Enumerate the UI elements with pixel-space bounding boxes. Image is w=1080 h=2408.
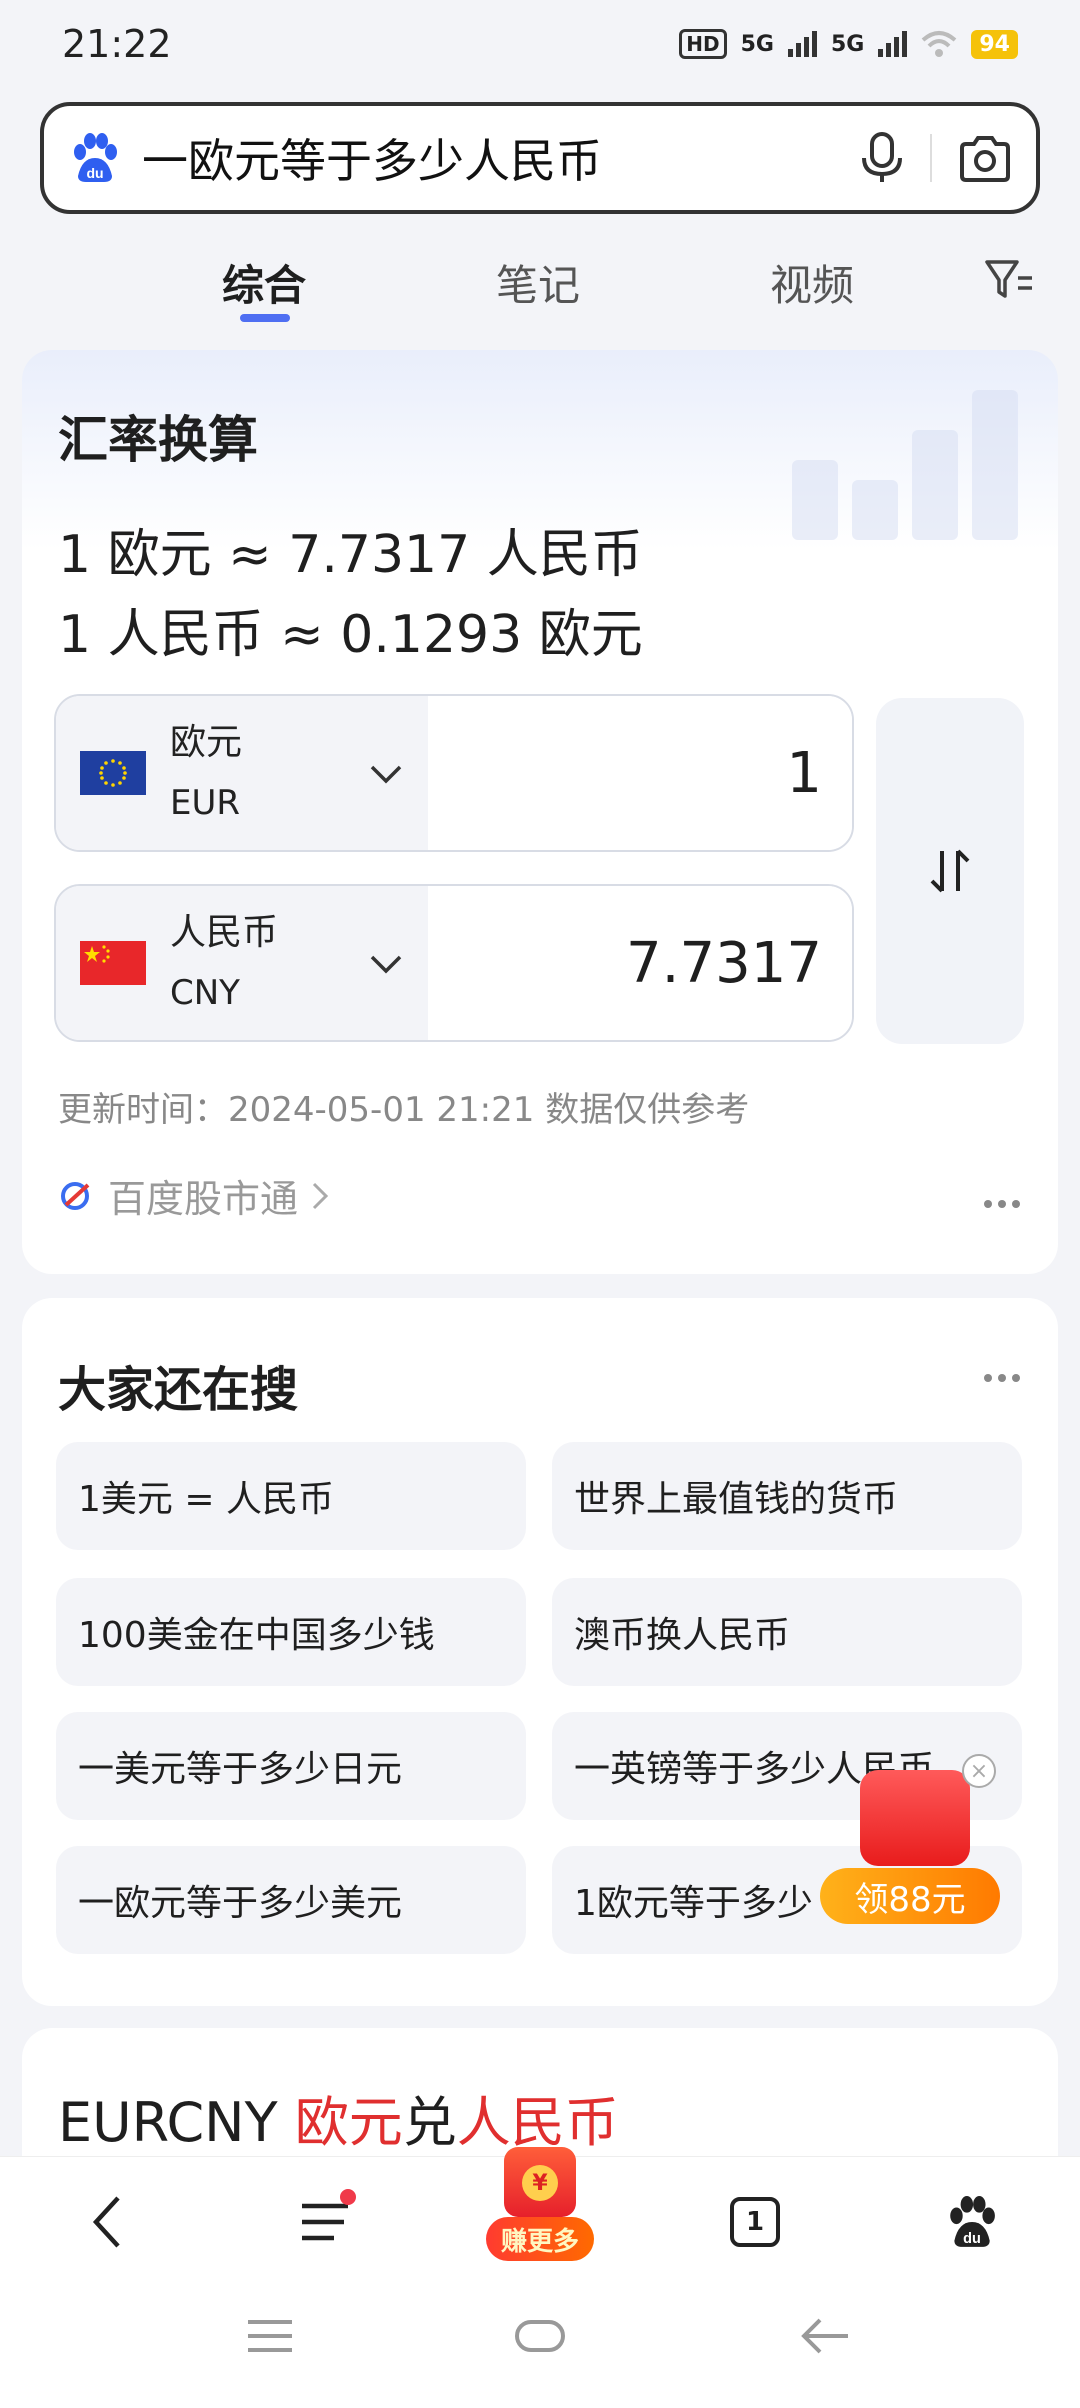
status-icons: HD 5G 5G 94: [679, 29, 1018, 59]
rate-line-eur-cny: 1 欧元 ≈ 7.7317 人民币: [58, 525, 643, 585]
earn-more-label: 赚更多: [486, 2217, 594, 2261]
baidu-logo-icon: du: [74, 133, 117, 182]
chevron-down-icon: [370, 765, 402, 784]
notification-dot: [340, 2189, 356, 2205]
more-options-icon[interactable]: [982, 1198, 1022, 1210]
related-search-item[interactable]: 一欧元等于多少美元: [56, 1846, 526, 1954]
earn-more-button[interactable]: ¥ 赚更多: [486, 2147, 594, 2277]
recent-apps-icon[interactable]: [246, 2316, 294, 2356]
to-currency-code: CNY: [170, 973, 240, 1013]
camera-icon[interactable]: [958, 134, 1012, 182]
from-currency-name: 欧元: [170, 722, 243, 763]
related-searches-title: 大家还在搜: [58, 1362, 299, 1418]
converter-title: 汇率换算: [58, 411, 258, 469]
eurcny-ticker: EURCNY: [58, 2091, 295, 2154]
china-flag-icon: [80, 941, 146, 985]
to-amount-value[interactable]: 7.7317: [428, 886, 852, 1040]
tabs-button[interactable]: 1: [710, 2177, 800, 2267]
baidu-paw-icon: du: [950, 2196, 995, 2247]
bottom-nav: ¥ 赚更多 1 du: [0, 2147, 1080, 2286]
back-arrow-icon: [92, 2196, 120, 2248]
active-tab-indicator: [240, 314, 290, 322]
tab-notes[interactable]: 笔记: [496, 252, 580, 313]
svg-text:du: du: [963, 2231, 981, 2247]
swap-icon: [930, 849, 970, 893]
status-bar: 21:22 HD 5G 5G 94: [0, 0, 1080, 88]
from-currency-select[interactable]: 欧元 EUR: [56, 696, 428, 850]
red-packet-promo[interactable]: × 领88元: [820, 1754, 1000, 1924]
from-currency-code: EUR: [170, 783, 240, 823]
to-currency-name: 人民币: [170, 912, 279, 953]
exchange-rate-card: 汇率换算 1 欧元 ≈ 7.7317 人民币 1 人民币 ≈ 0.1293 欧元…: [22, 350, 1058, 1274]
chart-decoration: [792, 390, 1018, 540]
svg-text:du: du: [86, 165, 103, 181]
related-search-item[interactable]: 1美元 = 人民币: [56, 1442, 526, 1550]
tab-count-icon: 1: [730, 2197, 780, 2247]
signal-icon: [788, 31, 817, 57]
home-icon[interactable]: [514, 2316, 566, 2356]
tab-comprehensive[interactable]: 综合: [222, 252, 306, 313]
network-label-1: 5G: [740, 31, 774, 57]
menu-button[interactable]: [280, 2177, 370, 2267]
menu-icon: [302, 2203, 348, 2241]
more-options-icon[interactable]: [982, 1372, 1022, 1384]
to-currency-row: 人民币 CNY 7.7317: [54, 884, 854, 1042]
source-link[interactable]: 百度股市通: [58, 1168, 330, 1223]
search-input[interactable]: 一欧元等于多少人民币: [142, 125, 860, 191]
eu-flag-icon: [80, 751, 146, 795]
related-search-item[interactable]: 100美金在中国多少钱: [56, 1578, 526, 1686]
chevron-down-icon: [370, 955, 402, 974]
rate-line-cny-eur: 1 人民币 ≈ 0.1293 欧元: [58, 605, 643, 665]
coin-icon: ¥: [522, 2165, 558, 2201]
stock-app-icon: [61, 1181, 90, 1210]
swap-currency-button[interactable]: [876, 698, 1024, 1044]
wifi-icon: [922, 31, 957, 57]
microphone-icon[interactable]: [860, 132, 904, 184]
search-bar[interactable]: du 一欧元等于多少人民币: [40, 102, 1040, 214]
eurcny-mid: 兑: [402, 2091, 457, 2154]
result-tabs: 综合 笔记 视频: [0, 244, 1080, 334]
system-back-icon[interactable]: [800, 2316, 850, 2356]
related-search-item[interactable]: 澳币换人民币: [552, 1578, 1022, 1686]
related-search-item[interactable]: 一美元等于多少日元: [56, 1712, 526, 1820]
to-currency-select[interactable]: 人民币 CNY: [56, 886, 428, 1040]
gift-icon: [860, 1770, 970, 1866]
network-label-2: 5G: [831, 31, 865, 57]
filter-icon[interactable]: [984, 258, 1034, 302]
from-amount-input[interactable]: 1: [428, 696, 852, 850]
battery-icon: 94: [971, 29, 1018, 59]
related-search-item[interactable]: 世界上最值钱的货币: [552, 1442, 1022, 1550]
close-icon[interactable]: ×: [962, 1754, 996, 1788]
eurcny-title[interactable]: EURCNY 欧元兑人民币: [58, 2078, 619, 2157]
system-nav-bar: [0, 2286, 1080, 2408]
chevron-right-icon: [312, 1182, 329, 1209]
signal-icon-2: [878, 31, 908, 57]
hd-icon: HD: [679, 29, 727, 59]
from-currency-row: 欧元 EUR 1: [54, 694, 854, 852]
source-label: 百度股市通: [108, 1177, 299, 1221]
back-button[interactable]: [62, 2177, 152, 2267]
tab-videos[interactable]: 视频: [770, 252, 854, 313]
search-divider: [930, 134, 932, 182]
eurcny-highlight-1: 欧元: [294, 2091, 403, 2154]
status-time: 21:22: [62, 22, 172, 66]
promo-label[interactable]: 领88元: [820, 1868, 1000, 1924]
tab-count: 1: [745, 2207, 765, 2237]
baidu-home-button[interactable]: du: [926, 2177, 1016, 2267]
update-time: 更新时间：2024-05-01 21:21 数据仅供参考: [58, 1090, 750, 1130]
eurcny-highlight-2: 人民币: [456, 2091, 619, 2154]
